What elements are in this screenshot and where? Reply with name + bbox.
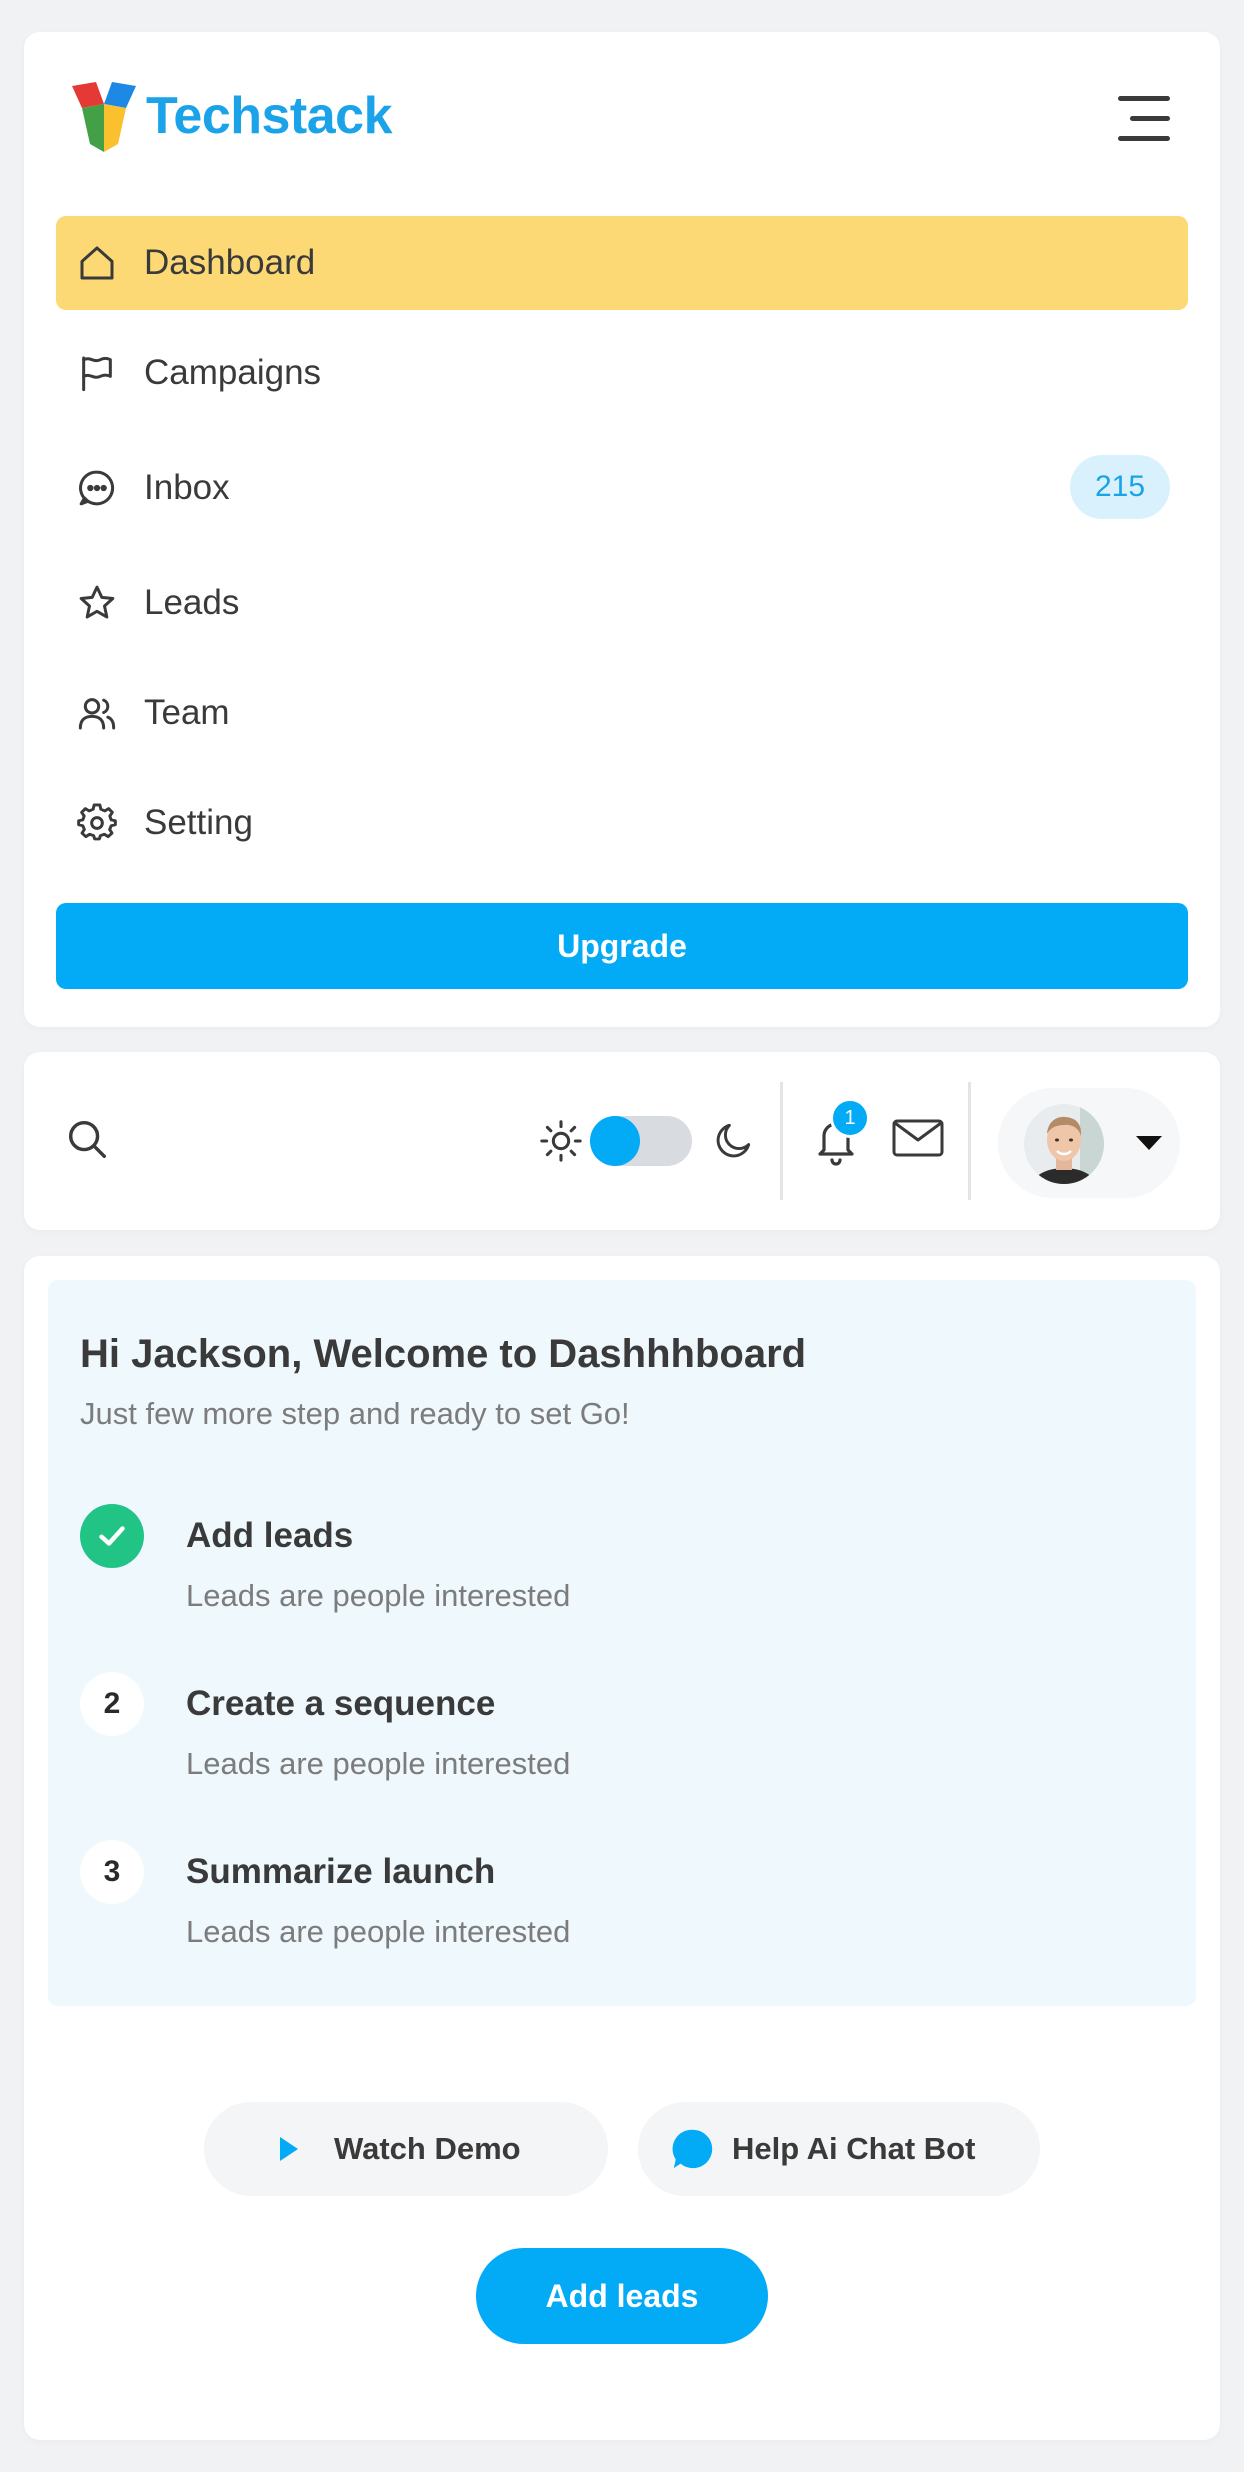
sidebar-item-setting[interactable]: Setting <box>56 776 1188 870</box>
brand-name: Techstack <box>146 87 393 145</box>
sidebar-item-team[interactable]: Team <box>56 666 1188 760</box>
upgrade-button[interactable]: Upgrade <box>56 903 1188 989</box>
watch-demo-button[interactable]: Watch Demo <box>204 2102 608 2196</box>
flag-icon <box>74 350 120 396</box>
mail-icon[interactable] <box>892 1118 944 1164</box>
search-icon[interactable] <box>64 1116 114 1166</box>
sidebar-item-label: Dashboard <box>144 243 316 282</box>
avatar <box>1024 1104 1104 1184</box>
star-icon <box>74 580 120 626</box>
welcome-title: Hi Jackson, Welcome to Dashhhboard <box>80 1332 807 1376</box>
sidebar-item-label: Inbox <box>144 468 230 507</box>
gear-icon <box>74 800 120 846</box>
check-icon <box>80 1504 144 1568</box>
welcome-card: Hi Jackson, Welcome to Dashhhboard Just … <box>24 1256 1220 2440</box>
step-number: 2 <box>80 1672 144 1736</box>
play-icon <box>280 2137 298 2161</box>
step-description: Leads are people interested <box>186 1578 571 1613</box>
welcome-subtitle: Just few more step and ready to set Go! <box>80 1396 630 1431</box>
step-number: 3 <box>80 1840 144 1904</box>
watch-demo-label: Watch Demo <box>334 2131 521 2166</box>
toolbar: 1 <box>24 1052 1220 1230</box>
chevron-down-icon <box>1136 1136 1162 1150</box>
brand[interactable]: Techstack <box>68 78 393 154</box>
onboarding-step[interactable]: 3 Summarize launch Leads are people inte… <box>80 1840 1180 1970</box>
onboarding-step[interactable]: 2 Create a sequence Leads are people int… <box>80 1672 1180 1802</box>
toolbar-divider <box>780 1082 783 1200</box>
moon-icon[interactable] <box>712 1118 758 1164</box>
sidebar-card: Techstack Dashboard Campaigns Inbox 215 … <box>24 32 1220 1027</box>
hamburger-icon[interactable] <box>1118 96 1170 144</box>
help-chat-bot-label: Help Ai Chat Bot <box>732 2131 976 2166</box>
theme-toggle[interactable] <box>590 1116 692 1166</box>
inbox-count-badge: 215 <box>1070 455 1170 519</box>
profile-dropdown[interactable] <box>998 1088 1180 1198</box>
sidebar-item-leads[interactable]: Leads <box>56 556 1188 650</box>
sidebar-item-dashboard[interactable]: Dashboard <box>56 216 1188 310</box>
chat-bubble-icon <box>672 2129 713 2169</box>
onboarding-panel: Hi Jackson, Welcome to Dashhhboard Just … <box>48 1280 1196 2006</box>
step-title: Summarize launch <box>186 1852 496 1891</box>
step-description: Leads are people interested <box>186 1914 571 1949</box>
sidebar-item-label: Campaigns <box>144 353 322 392</box>
onboarding-step[interactable]: Add leads Leads are people interested <box>80 1504 1180 1634</box>
sidebar-item-label: Leads <box>144 583 240 622</box>
theme-toggle-knob <box>590 1116 640 1166</box>
toolbar-divider <box>968 1082 971 1200</box>
sun-icon[interactable] <box>538 1118 584 1164</box>
techstack-logo-icon <box>72 82 136 152</box>
step-title: Create a sequence <box>186 1684 496 1723</box>
add-leads-button[interactable]: Add leads <box>476 2248 768 2344</box>
sidebar-item-campaigns[interactable]: Campaigns <box>56 326 1188 420</box>
step-description: Leads are people interested <box>186 1746 571 1781</box>
step-title: Add leads <box>186 1516 354 1555</box>
sidebar-item-inbox[interactable]: Inbox 215 <box>56 441 1188 535</box>
chat-icon <box>74 465 120 511</box>
help-chat-bot-button[interactable]: Help Ai Chat Bot <box>638 2102 1040 2196</box>
users-icon <box>74 690 120 736</box>
notification-badge: 1 <box>830 1098 870 1138</box>
sidebar-item-label: Setting <box>144 803 253 842</box>
sidebar-item-label: Team <box>144 693 230 732</box>
home-icon <box>74 240 120 286</box>
